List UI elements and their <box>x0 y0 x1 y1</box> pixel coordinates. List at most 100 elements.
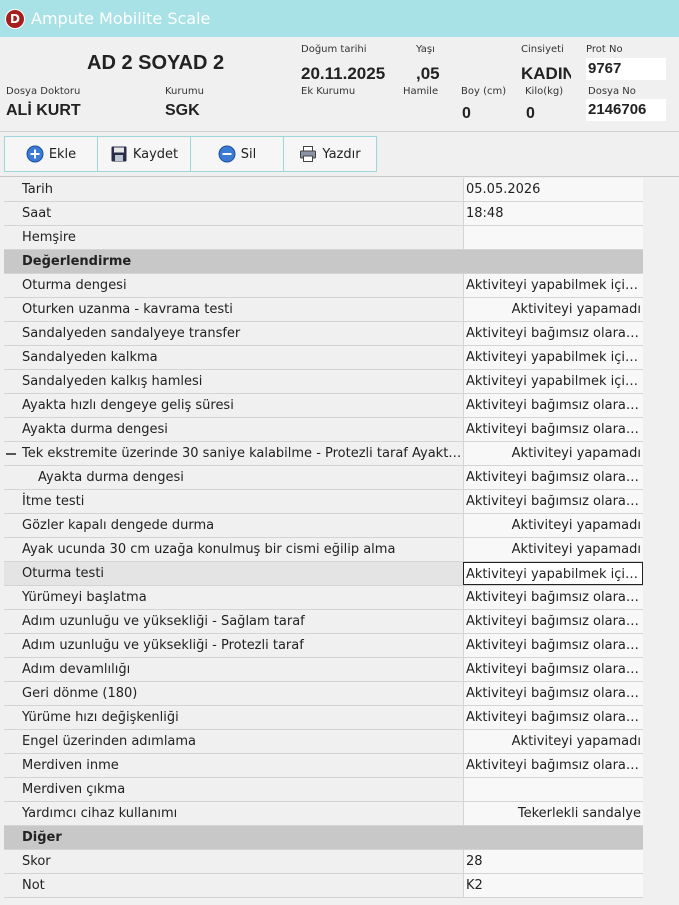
grid-row-value[interactable]: Aktiviteyi yapamadı <box>463 514 643 537</box>
grid-row-value[interactable] <box>463 226 643 249</box>
grid-row-label: Tarih <box>22 182 53 197</box>
grid-row[interactable]: Tek ekstremite üzerinde 30 saniye kalabi… <box>4 442 643 466</box>
grid-category-row: Diğer <box>4 826 643 850</box>
grid-row-label: Sandalyeden sandalyeye transfer <box>22 326 241 341</box>
grid-row[interactable]: Sandalyeden kalkma Aktiviteyi yapabilmek … <box>4 346 643 370</box>
grid-row-value[interactable]: 18:48 <box>463 202 643 225</box>
add-button[interactable]: Ekle <box>4 136 98 172</box>
grid-row-label: Sandalyeden kalkma <box>22 350 158 365</box>
grid-row-value[interactable]: Aktiviteyi bağımsız olarak tamamladı <box>463 658 643 681</box>
grid-row-value[interactable]: K2 <box>463 874 643 897</box>
grid-row-label: Saat <box>22 206 52 221</box>
file-no-label: Dosya No <box>588 86 636 97</box>
grid-category-row: Değerlendirme <box>4 250 643 274</box>
grid-row[interactable]: Yardımcı cihaz kullanımı Tekerlekli sanda… <box>4 802 643 826</box>
grid-row-label: Merdiven çıkma <box>22 782 126 797</box>
grid-row-value[interactable]: Aktiviteyi yapamadı <box>463 538 643 561</box>
grid-row[interactable]: Merdiven çıkma <box>4 778 643 802</box>
grid-row-value[interactable]: Aktiviteyi bağımsız olarak tamamladı <box>463 466 643 489</box>
minus-circle-icon <box>218 145 236 163</box>
patient-info-panel: AD 2 SOYAD 2 Doğum tarihi 20.11.2025 Yaş… <box>0 37 679 132</box>
grid-row[interactable]: Tarih 05.05.2026 <box>4 178 643 202</box>
add-button-label: Ekle <box>48 146 77 162</box>
grid-row[interactable]: Geri dönme (180) Aktiviteyi bağımsız olar… <box>4 682 643 706</box>
grid-row-label: Tek ekstremite üzerinde 30 saniye kalabi… <box>22 446 463 461</box>
grid-row[interactable]: Adım uzunluğu ve yüksekliği - Protezli t… <box>4 634 643 658</box>
grid-row[interactable]: Gözler kapalı dengede durma Aktiviteyi ya… <box>4 514 643 538</box>
doctor-label: Dosya Doktoru <box>6 86 81 97</box>
grid-row[interactable]: Ayakta durma dengesi Aktiviteyi bağımsız … <box>4 418 643 442</box>
grid-row-value[interactable]: Aktiviteyi yapamadı <box>463 442 643 465</box>
grid-row-label: Hemşire <box>22 230 76 245</box>
grid-category-label: Değerlendirme <box>22 254 132 269</box>
grid-row[interactable]: Skor 28 <box>4 850 643 874</box>
grid-row-label: Adım devamlılığı <box>22 662 131 677</box>
grid-row[interactable]: Oturken uzanma - kavrama testi Aktiviteyi… <box>4 298 643 322</box>
grid-row-value[interactable]: Aktiviteyi bağımsız olarak tamamladı <box>463 682 643 705</box>
collapse-minus-icon[interactable] <box>6 453 16 455</box>
extra-institution-label: Ek Kurumu <box>301 86 356 97</box>
grid-row[interactable]: Saat 18:48 <box>4 202 643 226</box>
grid-row-label: Engel üzerinden adımlama <box>22 734 197 749</box>
save-button[interactable]: Kaydet <box>97 136 191 172</box>
grid-row[interactable]: Ayakta durma dengesi Aktiviteyi bağımsız … <box>4 466 643 490</box>
grid-row-value[interactable]: Aktiviteyi bağımsız olarak tamamladı <box>463 634 643 657</box>
grid-row-label: Geri dönme (180) <box>22 686 138 701</box>
grid-row-value[interactable]: Aktiviteyi bağımsız olarak tamamladı <box>463 706 643 729</box>
grid-row-value[interactable]: Aktiviteyi yapabilmek için çeşitli <box>463 370 643 393</box>
grid-row[interactable]: Sandalyeden kalkış hamlesi Aktiviteyi yap… <box>4 370 643 394</box>
grid-row[interactable]: Merdiven inme Aktiviteyi bağımsız olarak … <box>4 754 643 778</box>
grid-row[interactable]: Hemşire <box>4 226 643 250</box>
grid-row-value[interactable]: Aktiviteyi yapamadı <box>463 730 643 753</box>
grid-row-value[interactable]: Aktiviteyi bağımsız olarak tamamladı <box>463 754 643 777</box>
grid-row[interactable]: Oturma testiAktiviteyi yapabilmek için ç… <box>4 562 643 586</box>
grid-row[interactable]: Engel üzerinden adımlama Aktiviteyi yapam… <box>4 730 643 754</box>
institution-value: SGK <box>165 102 200 119</box>
institution-label: Kurumu <box>165 86 204 97</box>
grid-row[interactable]: Ayakta hızlı dengeye geliş süresi Aktivit… <box>4 394 643 418</box>
grid-row-label: Ayakta durma dengesi <box>38 470 184 485</box>
prot-no-field[interactable]: 9767 <box>586 58 666 80</box>
grid-row-value[interactable]: Aktiviteyi bağımsız olarak tamamladı <box>463 394 643 417</box>
gender-value: KADIN <box>521 64 571 83</box>
grid-row-value[interactable]: Aktiviteyi bağımsız olarak tamamladı <box>463 586 643 609</box>
plus-circle-icon <box>26 145 44 163</box>
grid-row-value[interactable]: Aktiviteyi yapabilmek için çeşitli <box>463 274 643 297</box>
grid-row[interactable]: Adım devamlılığı Aktiviteyi bağımsız olar… <box>4 658 643 682</box>
prot-no-label: Prot No <box>586 44 623 55</box>
grid-row-value[interactable]: Aktiviteyi bağımsız olarak tamamladı <box>463 610 643 633</box>
grid-row-value[interactable]: Aktiviteyi yapabilmek için çeşitli <box>463 346 643 369</box>
patient-name: AD 2 SOYAD 2 <box>87 52 225 74</box>
delete-button[interactable]: Sil <box>190 136 284 172</box>
grid-row[interactable]: İtme testi Aktiviteyi bağımsız olarak tam… <box>4 490 643 514</box>
gender-label: Cinsiyeti <box>521 44 564 55</box>
pregnant-label: Hamile <box>403 86 439 97</box>
grid-category-label: Diğer <box>22 830 62 845</box>
grid-row[interactable]: Not K2 <box>4 874 643 898</box>
grid-row-value[interactable]: Tekerlekli sandalye <box>463 802 643 825</box>
print-button[interactable]: Yazdır <box>283 136 377 172</box>
age-label: Yaşı <box>416 44 435 55</box>
grid-row[interactable]: Ayak ucunda 30 cm uzağa konulmuş bir cis… <box>4 538 643 562</box>
grid-row[interactable]: Adım uzunluğu ve yüksekliği - Sağlam tar… <box>4 610 643 634</box>
grid-row[interactable]: Sandalyeden sandalyeye transfer Aktivitey… <box>4 322 643 346</box>
grid-row-label: Yürüme hızı değişkenliği <box>22 710 179 725</box>
file-no-field[interactable]: 2146706 <box>586 99 666 121</box>
grid-row-value[interactable]: 05.05.2026 <box>463 178 643 201</box>
grid-row-value[interactable]: Aktiviteyi bağımsız olarak tamamladı <box>463 418 643 441</box>
grid-row-value[interactable] <box>463 778 643 801</box>
grid-row-label: Merdiven inme <box>22 758 119 773</box>
grid-row[interactable]: Oturma dengesi Aktiviteyi yapabilmek için… <box>4 274 643 298</box>
grid-row-label: Yürümeyi başlatma <box>22 590 147 605</box>
save-button-label: Kaydet <box>132 146 179 162</box>
grid-row-value[interactable]: Aktiviteyi yapamadı <box>463 298 643 321</box>
grid-row-value[interactable]: Aktiviteyi bağımsız olarak tamamladı <box>463 490 643 513</box>
grid-row[interactable]: Yürümeyi başlatma Aktiviteyi bağımsız ola… <box>4 586 643 610</box>
grid-row-value[interactable]: Aktiviteyi bağımsız olarak tamamladı <box>463 322 643 345</box>
grid-row-value[interactable]: Aktiviteyi yapabilmek için çeşitli <box>463 562 643 585</box>
grid-row[interactable]: Yürüme hızı değişkenliği Aktiviteyi bağım… <box>4 706 643 730</box>
doctor-value: ALİ KURT <box>6 102 81 119</box>
printer-icon <box>300 146 317 162</box>
toolbar: Ekle Kaydet Sil Yazdır <box>0 132 679 177</box>
grid-row-value[interactable]: 28 <box>463 850 643 873</box>
